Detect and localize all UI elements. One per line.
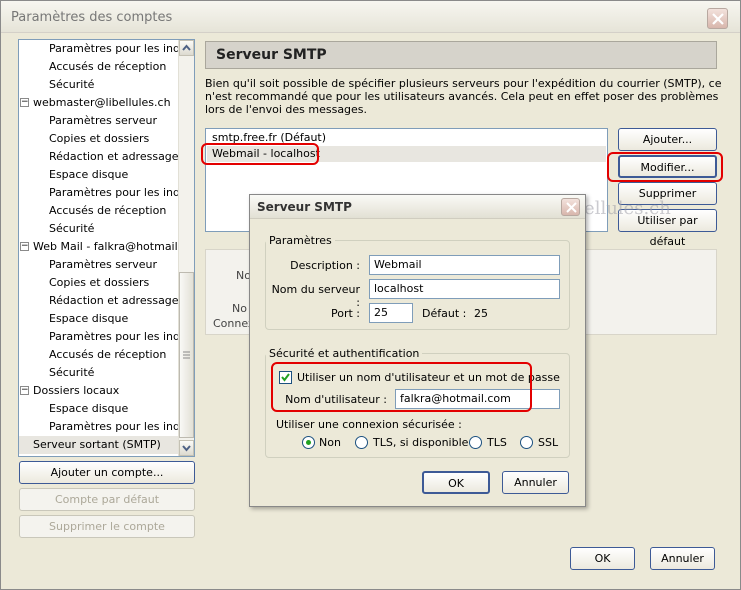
- tree-item-label: Rédaction et adressage: [49, 294, 179, 307]
- tree-item-label: Paramètres pour les ind...: [49, 186, 180, 199]
- tree-item[interactable]: Paramètres serveur: [19, 256, 180, 274]
- close-icon: [566, 202, 577, 213]
- tree-item[interactable]: Accusés de réception: [19, 346, 180, 364]
- tree-item[interactable]: Espace disque: [19, 400, 180, 418]
- panel-description: Bien qu'il soit possible de spécifier pl…: [205, 77, 722, 116]
- tree-item[interactable]: − Dossiers locaux: [19, 382, 180, 400]
- radio-tls[interactable]: [469, 436, 482, 449]
- tree-item-label: Paramètres serveur: [49, 258, 158, 271]
- tree-item[interactable]: Accusés de réception: [19, 58, 180, 76]
- collapse-toggle-icon[interactable]: −: [20, 386, 29, 395]
- tree-item[interactable]: Paramètres serveur: [19, 112, 180, 130]
- tree-item[interactable]: Paramètres pour les ind...: [19, 184, 180, 202]
- detail-label: No: [232, 302, 247, 315]
- default-port-label: Défaut :: [422, 307, 467, 320]
- default-port-value: 25: [474, 307, 488, 320]
- title-bar: Paramètres des comptes: [1, 1, 740, 33]
- secure-connection-label: Utiliser une connexion sécurisée :: [276, 418, 462, 431]
- dialog-title-bar: Serveur SMTP: [250, 195, 585, 219]
- tree-item-label: webmaster@libellules.ch: [33, 96, 171, 109]
- tree-item[interactable]: Accusés de réception: [19, 202, 180, 220]
- tree-item-label: Sécurité: [49, 78, 95, 91]
- tree-item[interactable]: Espace disque: [19, 310, 180, 328]
- tree-item-label: Rédaction et adressage: [49, 150, 179, 163]
- radio-ssl-label: SSL: [538, 436, 559, 449]
- tree-item-label: Sécurité: [49, 222, 95, 235]
- account-settings-window: Paramètres des comptes Paramètres pour l…: [0, 0, 741, 590]
- tree-item-label: Copies et dossiers: [49, 132, 150, 145]
- ok-button[interactable]: OK: [570, 547, 635, 570]
- parameters-legend: Paramètres: [269, 234, 332, 247]
- tree-item-label: Espace disque: [49, 312, 129, 325]
- scroll-down-arrow[interactable]: [179, 440, 194, 456]
- description-input[interactable]: Webmail: [369, 255, 560, 275]
- tree-item-label: Dossiers locaux: [33, 384, 120, 397]
- radio-none[interactable]: [302, 436, 315, 449]
- tree-item-label: Accusés de réception: [49, 348, 167, 361]
- tree-item[interactable]: Sécurité: [19, 220, 180, 238]
- close-icon: [712, 13, 724, 25]
- window-title: Paramètres des comptes: [11, 10, 173, 25]
- tree-item[interactable]: Copies et dossiers: [19, 274, 180, 292]
- add-server-button[interactable]: Ajouter...: [618, 128, 717, 151]
- tree-item-label: Espace disque: [49, 402, 129, 415]
- tree-item[interactable]: Paramètres pour les ind...: [19, 418, 180, 436]
- close-button[interactable]: [707, 8, 728, 29]
- cancel-button[interactable]: Annuler: [650, 547, 715, 570]
- tree-item-label: Espace disque: [49, 168, 129, 181]
- server-name-input[interactable]: localhost: [369, 279, 560, 299]
- server-highlight: [201, 143, 319, 165]
- dialog-ok-button[interactable]: OK: [422, 471, 490, 494]
- tree-item-label: Copies et dossiers: [49, 276, 150, 289]
- delete-account-button[interactable]: Supprimer le compte: [19, 515, 195, 538]
- tree-item[interactable]: Rédaction et adressage: [19, 292, 180, 310]
- collapse-toggle-icon[interactable]: −: [20, 98, 29, 107]
- tree-item[interactable]: − Web Mail - falkra@hotmail...: [19, 238, 180, 256]
- tree-item[interactable]: Serveur sortant (SMTP): [19, 436, 180, 454]
- auth-highlight: [271, 362, 532, 412]
- security-legend: Sécurité et authentification: [269, 347, 420, 360]
- edit-highlight: [607, 152, 723, 182]
- smtp-server-dialog: Serveur SMTP Paramètres Description : We…: [249, 194, 586, 507]
- collapse-toggle-icon[interactable]: −: [20, 242, 29, 251]
- panel-header: Serveur SMTP: [205, 41, 717, 69]
- radio-tls-if-available[interactable]: [355, 436, 368, 449]
- scroll-thumb[interactable]: [179, 272, 194, 438]
- radio-tls-if-available-label: TLS, si disponible: [373, 436, 469, 449]
- tree-item[interactable]: Rédaction et adressage: [19, 148, 180, 166]
- radio-ssl[interactable]: [520, 436, 533, 449]
- server-name-label: Nom du serveur :: [271, 283, 360, 309]
- tree-item-label: Paramètres pour les ind...: [49, 42, 180, 55]
- radio-tls-label: TLS: [487, 436, 507, 449]
- tree-scrollbar[interactable]: [178, 40, 194, 456]
- tree-item-label: Paramètres pour les ind...: [49, 420, 180, 433]
- tree-item[interactable]: Copies et dossiers: [19, 130, 180, 148]
- account-tree[interactable]: Paramètres pour les ind... Accusés de réc…: [18, 39, 195, 457]
- tree-item[interactable]: Paramètres pour les ind...: [19, 328, 180, 346]
- tree-item[interactable]: Sécurité: [19, 364, 180, 382]
- radio-none-label: Non: [319, 436, 341, 449]
- description-label: Description :: [290, 259, 360, 272]
- panel-title: Serveur SMTP: [216, 47, 327, 63]
- tree-item-label: Sécurité: [49, 366, 95, 379]
- dialog-title: Serveur SMTP: [257, 200, 352, 214]
- tree-item[interactable]: Espace disque: [19, 166, 180, 184]
- port-input[interactable]: 25: [369, 303, 413, 323]
- default-account-button[interactable]: Compte par défaut: [19, 488, 195, 511]
- tree-item-label: Accusés de réception: [49, 204, 167, 217]
- add-account-button[interactable]: Ajouter un compte...: [19, 461, 195, 484]
- dialog-close-button[interactable]: [561, 198, 580, 216]
- tree-item[interactable]: − webmaster@libellules.ch: [19, 94, 180, 112]
- radio-selected-dot: [306, 440, 311, 445]
- tree-item-label: Paramètres pour les ind...: [49, 330, 180, 343]
- tree-item-label: Serveur sortant (SMTP): [33, 438, 161, 451]
- tree-item[interactable]: Paramètres pour les ind...: [19, 40, 180, 58]
- port-label: Port :: [330, 307, 360, 320]
- tree-item-label: Accusés de réception: [49, 60, 167, 73]
- dialog-cancel-button[interactable]: Annuler: [502, 471, 569, 494]
- scroll-up-arrow[interactable]: [179, 40, 194, 56]
- tree-item-label: Web Mail - falkra@hotmail...: [33, 240, 180, 253]
- tree-item-label: Paramètres serveur: [49, 114, 158, 127]
- tree-item[interactable]: Sécurité: [19, 76, 180, 94]
